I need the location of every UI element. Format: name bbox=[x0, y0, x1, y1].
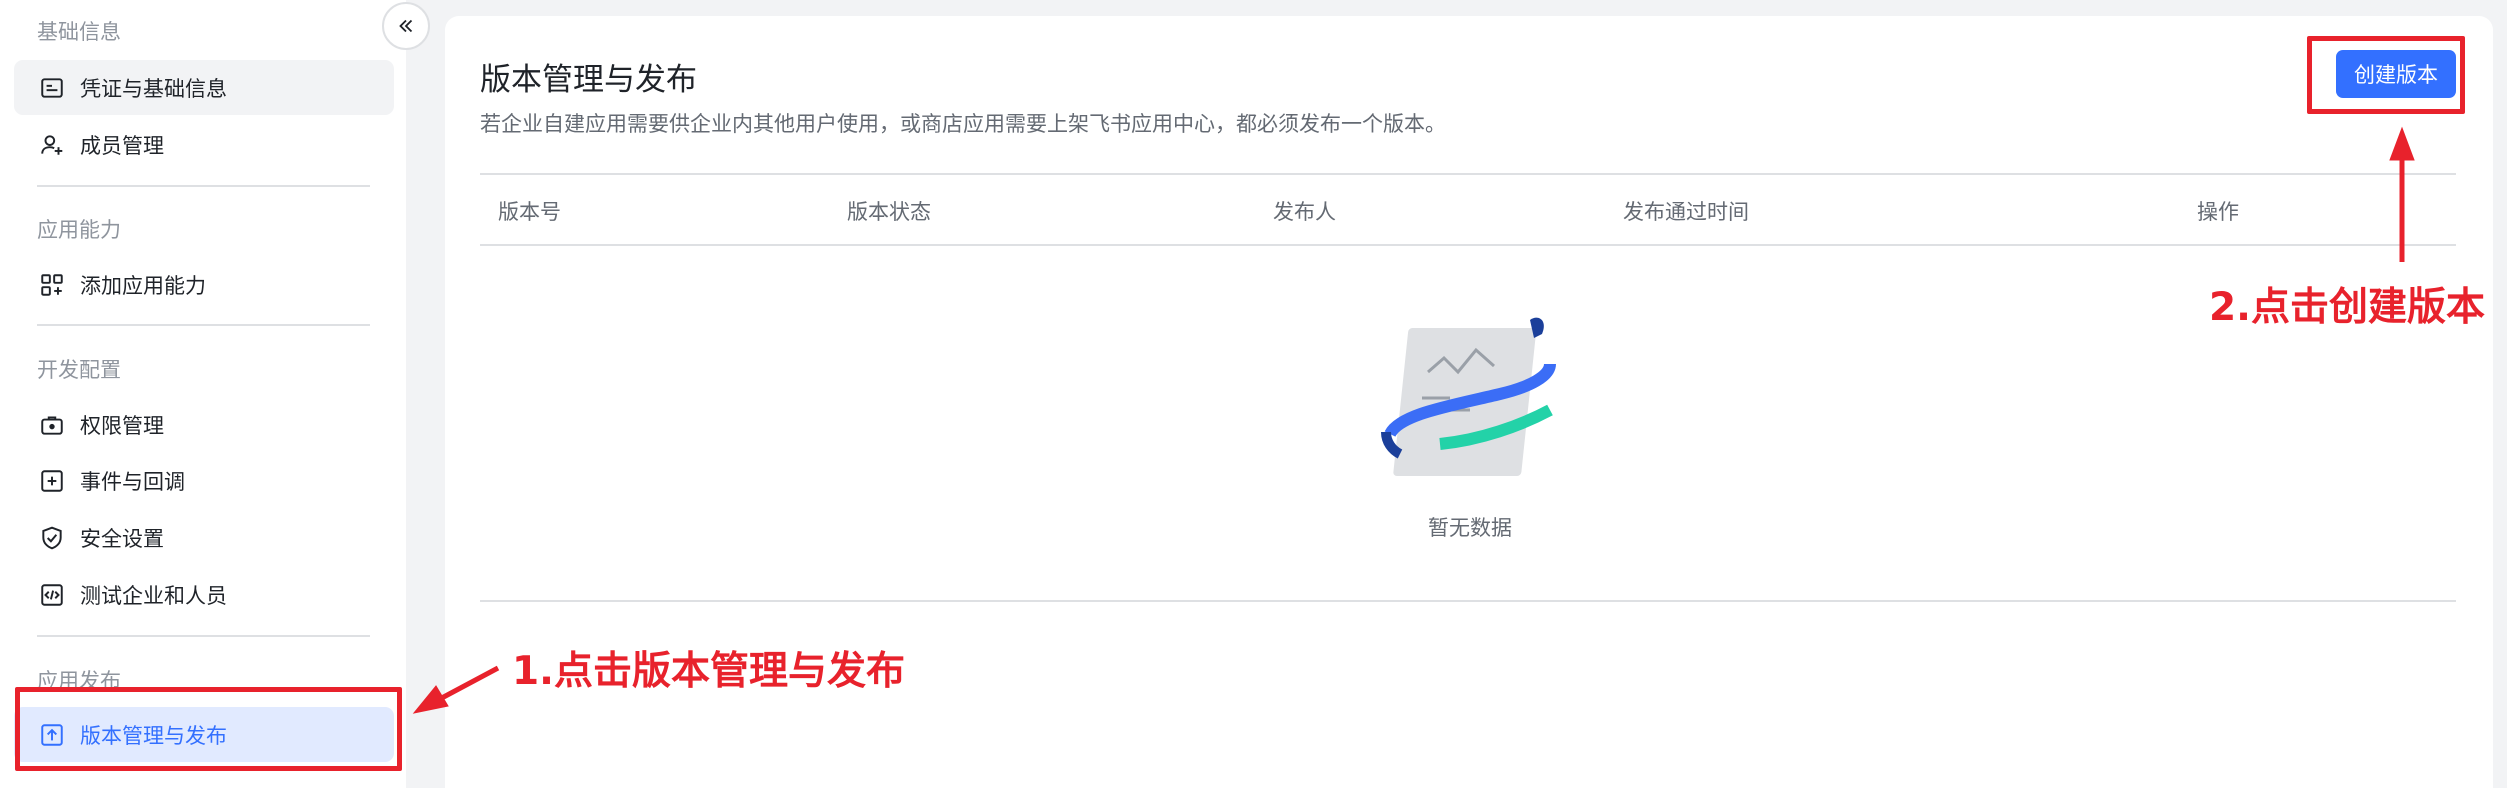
sidebar-item-add-abilities[interactable]: 添加应用能力 bbox=[14, 257, 394, 312]
sidebar-divider bbox=[37, 635, 370, 637]
table-divider bbox=[480, 244, 2456, 246]
sidebar-item-label: 权限管理 bbox=[80, 413, 164, 438]
sidebar-divider bbox=[37, 324, 370, 326]
annotation-highlight-create-button bbox=[2307, 36, 2465, 114]
sidebar-item-label: 事件与回调 bbox=[80, 469, 185, 494]
sidebar-group-basic-info: 基础信息 bbox=[37, 20, 121, 44]
briefcase-lock-icon bbox=[38, 411, 66, 439]
table-divider bbox=[480, 173, 2456, 175]
code-box-icon bbox=[38, 581, 66, 609]
empty-state-illustration bbox=[1381, 317, 1556, 476]
double-chevron-left-icon bbox=[395, 15, 417, 37]
column-header-publisher: 发布人 bbox=[1273, 200, 1336, 224]
sidebar-item-label: 成员管理 bbox=[80, 133, 164, 158]
user-add-icon bbox=[38, 131, 66, 159]
sidebar-item-label: 安全设置 bbox=[80, 526, 164, 551]
column-header-status: 版本状态 bbox=[847, 200, 931, 224]
sidebar-item-label: 测试企业和人员 bbox=[80, 583, 227, 608]
page-title: 版本管理与发布 bbox=[480, 62, 697, 98]
sidebar-item-events[interactable]: 事件与回调 bbox=[14, 453, 394, 508]
sidebar-item-security[interactable]: 安全设置 bbox=[14, 510, 394, 565]
annotation-step1-text: 1.点击版本管理与发布 bbox=[512, 649, 905, 694]
sidebar-item-label: 添加应用能力 bbox=[80, 273, 206, 298]
column-header-version: 版本号 bbox=[498, 200, 561, 224]
sidebar-item-credentials[interactable]: 凭证与基础信息 bbox=[14, 60, 394, 115]
sidebar: 基础信息 凭证与基础信息 成员管理 应用能力 添加应用能力 开发配置 权限管理 … bbox=[0, 0, 406, 788]
sidebar-item-members[interactable]: 成员管理 bbox=[14, 117, 394, 172]
annotation-highlight-sidebar bbox=[15, 687, 402, 771]
sidebar-item-test-tenants[interactable]: 测试企业和人员 bbox=[14, 567, 394, 622]
annotation-step2-text: 2.点击创建版本 bbox=[2209, 285, 2485, 330]
sidebar-item-label: 凭证与基础信息 bbox=[80, 76, 227, 101]
table-divider bbox=[480, 600, 2456, 602]
apps-add-icon bbox=[38, 271, 66, 299]
app-root: 基础信息 凭证与基础信息 成员管理 应用能力 添加应用能力 开发配置 权限管理 … bbox=[0, 0, 2507, 788]
arrow-head-icon bbox=[412, 685, 449, 714]
sidebar-collapse-button[interactable] bbox=[382, 2, 430, 50]
sidebar-divider bbox=[37, 185, 370, 187]
page-description: 若企业自建应用需要供企业内其他用户使用，或商店应用需要上架飞书应用中心，都必须发… bbox=[480, 112, 1446, 136]
id-card-icon bbox=[38, 74, 66, 102]
sidebar-group-app-abilities: 应用能力 bbox=[37, 218, 121, 242]
sidebar-item-permissions[interactable]: 权限管理 bbox=[14, 397, 394, 452]
column-header-actions: 操作 bbox=[2197, 200, 2239, 224]
sidebar-group-dev-config: 开发配置 bbox=[37, 358, 121, 382]
column-header-approved-time: 发布通过时间 bbox=[1623, 200, 1749, 224]
empty-state-text: 暂无数据 bbox=[1428, 516, 1512, 540]
shield-check-icon bbox=[38, 524, 66, 552]
event-add-icon bbox=[38, 467, 66, 495]
